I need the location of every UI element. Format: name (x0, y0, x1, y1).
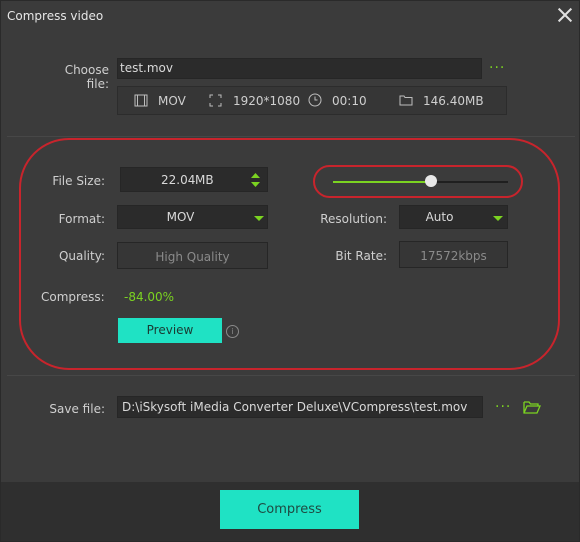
file-format: MOV (158, 94, 186, 108)
bitrate-field: 17572kbps (399, 241, 508, 268)
size-slider-fill (333, 181, 431, 183)
info-icon[interactable]: i (226, 325, 239, 338)
close-icon[interactable] (555, 5, 575, 25)
choose-file-field[interactable]: test.mov (117, 58, 482, 79)
file-info-bar: MOV 1920*1080 00:10 146.40MB (117, 86, 507, 115)
file-duration: 00:10 (332, 94, 367, 108)
title-bar: Compress video (1, 1, 579, 31)
file-size-stepper[interactable]: 22.04 MB (120, 167, 268, 192)
dialog-title: Compress video (7, 9, 104, 23)
resolution-dropdown[interactable]: Auto (399, 205, 508, 229)
compress-ratio-label: Compress: (41, 290, 105, 304)
bitrate-placeholder: 17572kbps (420, 249, 487, 263)
resolution-chevron-down-icon (493, 216, 503, 221)
compress-button[interactable]: Compress (220, 490, 359, 529)
format-value: MOV (166, 210, 195, 224)
expand-icon (209, 94, 222, 107)
format-dropdown[interactable]: MOV (117, 205, 268, 229)
file-size-label: File Size: (52, 174, 105, 188)
size-slider-thumb[interactable] (425, 175, 437, 187)
file-size-unit: MB (195, 173, 214, 187)
compress-video-dialog: Compress video Choose file: test.mov ···… (0, 0, 580, 542)
folder-icon (399, 95, 413, 106)
file-size-value: 22.04 (161, 173, 196, 187)
browse-save-dots-icon[interactable]: ··· (495, 399, 511, 415)
choose-file-value: test.mov (120, 61, 173, 75)
browse-file-dots-icon[interactable]: ··· (489, 60, 505, 76)
film-icon (134, 94, 148, 107)
format-chevron-down-icon (254, 216, 264, 221)
save-file-field[interactable]: D:\iSkysoft iMedia Converter Deluxe\VCom… (117, 396, 483, 418)
save-file-label: Save file: (49, 402, 105, 416)
choose-file-label: Choose file: (64, 63, 109, 91)
quality-label: Quality: (58, 249, 105, 263)
clock-icon (308, 93, 322, 107)
format-label: Format: (58, 212, 105, 226)
divider-top (7, 136, 575, 137)
bitrate-label: Bit Rate: (335, 249, 387, 263)
preview-button[interactable]: Preview (118, 318, 222, 343)
open-folder-icon[interactable] (523, 400, 541, 414)
divider-bottom (7, 375, 575, 376)
stepper-arrows-icon[interactable] (250, 171, 261, 189)
quality-placeholder: High Quality (155, 250, 230, 264)
resolution-value: Auto (425, 210, 454, 224)
save-file-value: D:\iSkysoft iMedia Converter Deluxe\VCom… (122, 400, 468, 414)
file-resolution: 1920*1080 (233, 94, 301, 108)
quality-field: High Quality (117, 242, 268, 269)
compress-ratio-value: -84.00% (124, 290, 175, 304)
file-size: 146.40MB (423, 94, 484, 108)
resolution-label: Resolution: (320, 212, 387, 226)
